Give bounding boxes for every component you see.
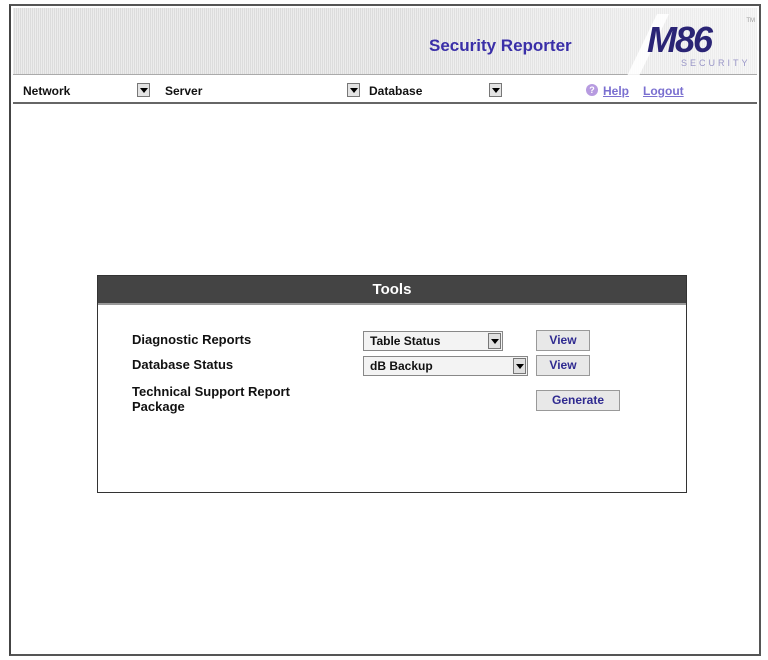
server-dropdown-icon[interactable] (347, 83, 360, 97)
help-icon[interactable]: ? (586, 84, 598, 96)
database-status-label: Database Status (132, 357, 234, 372)
nav-database[interactable]: Database (369, 84, 422, 98)
diagnostic-view-button[interactable]: View (536, 330, 590, 351)
header-banner: Security Reporter M86 SECURITY TM (13, 8, 757, 76)
network-dropdown-icon[interactable] (137, 83, 150, 97)
logout-link[interactable]: Logout (643, 84, 684, 98)
generate-button[interactable]: Generate (536, 390, 620, 411)
logo-tm: TM (746, 18, 755, 24)
chevron-down-icon[interactable] (488, 333, 501, 349)
diagnostic-reports-select[interactable]: Table Status (363, 331, 503, 351)
tools-panel-title: Tools (98, 276, 686, 305)
database-status-select[interactable]: dB Backup (363, 356, 528, 376)
nav-server[interactable]: Server (165, 84, 202, 98)
database-dropdown-icon[interactable] (489, 83, 502, 97)
tools-panel: Tools Diagnostic Reports Table Status Vi… (97, 275, 687, 493)
app-title: Security Reporter (429, 36, 572, 55)
database-status-value: dB Backup (370, 359, 433, 373)
nav-network[interactable]: Network (23, 84, 70, 98)
chevron-down-icon[interactable] (513, 358, 526, 374)
logo-text: M86 (647, 19, 713, 60)
tech-support-label: Technical Support Report Package (132, 384, 290, 414)
diagnostic-reports-value: Table Status (370, 334, 441, 348)
database-view-button[interactable]: View (536, 355, 590, 376)
help-link[interactable]: Help (603, 84, 629, 98)
diagnostic-reports-label: Diagnostic Reports (132, 332, 252, 347)
m86-logo: M86 SECURITY TM (609, 14, 757, 76)
logo-subtext: SECURITY (681, 58, 751, 68)
nav-bar: Network Server Database ? Help Logout (13, 80, 757, 104)
